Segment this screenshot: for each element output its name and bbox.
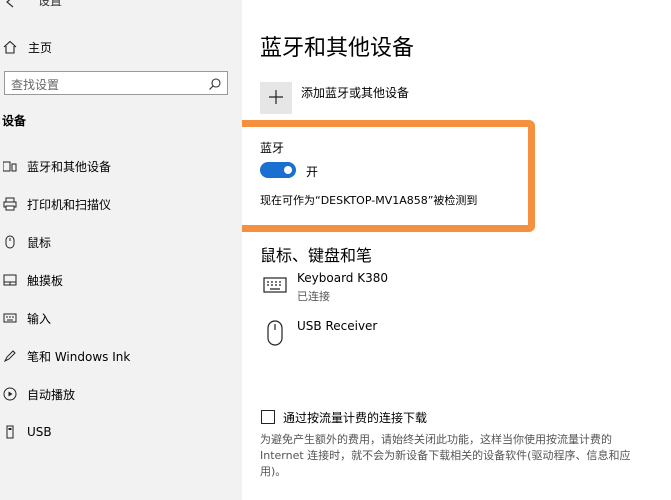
search-placeholder: 查找设置 [11,78,60,92]
sidebar-item-touchpad[interactable]: 触摸板 [0,265,242,295]
sidebar-item-pen[interactable]: 笔和 Windows Ink [0,341,242,371]
sidebar-item-printers[interactable]: 打印机和扫描仪 [0,189,242,219]
sidebar-item-label: USB [27,425,52,439]
devices-icon [0,151,20,181]
pen-icon [0,341,20,371]
main-content: 蓝牙和其他设备 添加蓝牙或其他设备 蓝牙 开 现在可作为“DESKTOP-MV1… [242,0,671,500]
device-name[interactable]: USB Receiver [297,319,377,333]
sidebar-item-label: 笔和 Windows Ink [27,349,131,364]
sidebar-item-mouse[interactable]: 鼠标 [0,227,242,257]
printer-icon [0,189,20,219]
usb-icon [0,417,20,447]
plus-icon [269,89,283,108]
autoplay-icon [0,379,20,409]
mouse-icon [0,227,20,257]
sidebar-item-bluetooth-devices[interactable]: 蓝牙和其他设备 [0,151,242,181]
sidebar-item-label: 输入 [27,311,52,326]
mouse-icon [262,320,288,346]
home-label: 主页 [28,40,53,55]
search-input[interactable]: 查找设置 [4,71,228,95]
toggle-knob [284,166,292,174]
keyboard-icon [262,274,288,296]
sidebar-section-title: 设备 [2,114,27,128]
metered-download-note: 为避免产生额外的费用，请始终关闭此功能，这样当你使用按流量计费的 Interne… [260,433,631,478]
device-name[interactable]: Keyboard K380 [297,271,388,285]
bluetooth-toggle[interactable] [260,162,296,178]
metered-download-checkbox[interactable] [261,410,275,424]
sidebar-item-label: 打印机和扫描仪 [27,197,112,212]
touchpad-icon [0,265,20,295]
add-device-button[interactable] [260,82,292,114]
search-icon[interactable] [208,76,222,90]
window-title: 设置 [38,0,63,8]
sidebar-item-label: 鼠标 [27,235,52,250]
sidebar-item-label: 自动播放 [27,387,76,402]
sidebar-item-label: 蓝牙和其他设备 [27,159,112,174]
page-title: 蓝牙和其他设备 [260,36,415,61]
keyboard-icon [0,303,20,333]
add-device-label[interactable]: 添加蓝牙或其他设备 [301,84,409,101]
back-icon[interactable] [4,0,18,8]
sidebar-item-usb[interactable]: USB [0,417,242,447]
discoverable-text: 现在可作为“DESKTOP-MV1A858”被检测到 [260,194,478,207]
metered-download-label[interactable]: 通过按流量计费的连接下载 [283,409,427,426]
device-status: 已连接 [297,290,330,303]
bluetooth-toggle-state: 开 [306,165,319,179]
sidebar-item-home[interactable]: 主页 [0,36,52,58]
sidebar: 设置 主页 查找设置 设备 蓝牙和其他设备 打印机和扫描仪 鼠标 触摸板 输入 … [0,0,242,500]
bluetooth-label: 蓝牙 [260,141,285,155]
input-devices-section-title: 鼠标、键盘和笔 [260,246,373,265]
sidebar-item-autoplay[interactable]: 自动播放 [0,379,242,409]
sidebar-item-label: 触摸板 [27,273,64,288]
sidebar-item-typing[interactable]: 输入 [0,303,242,333]
home-icon [0,40,20,54]
